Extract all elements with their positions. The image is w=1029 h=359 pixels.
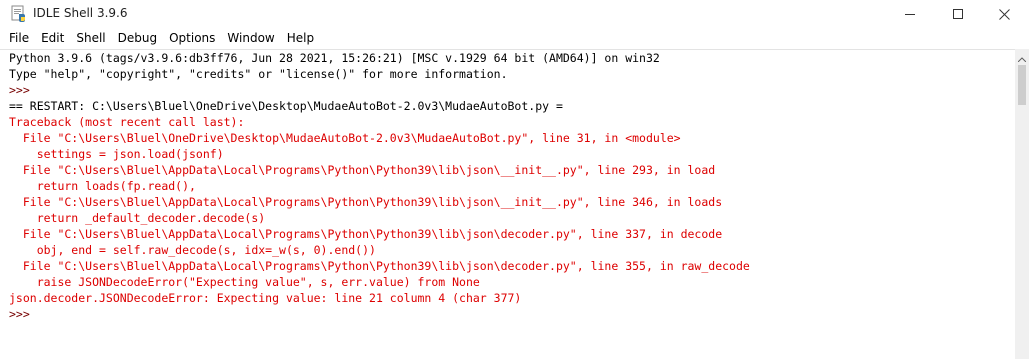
shell-prompt-line: >>> (9, 83, 37, 97)
shell-output-line: Traceback (most recent call last): (9, 115, 245, 129)
shell-output-line: Type "help", "copyright", "credits" or "… (9, 67, 508, 81)
menu-file[interactable]: File (0, 28, 35, 48)
menu-debug[interactable]: Debug (112, 28, 163, 48)
minimize-button[interactable] (887, 0, 933, 28)
vertical-scrollbar[interactable] (1015, 49, 1029, 359)
shell-output-line: return _default_decoder.decode(s) (9, 211, 266, 225)
title-bar[interactable]: IDLE Shell 3.9.6 (0, 0, 1029, 28)
shell-output-line: return loads(fp.read(), (9, 179, 196, 193)
menu-help[interactable]: Help (281, 28, 320, 48)
shell-output-line: settings = json.load(jsonf) (9, 147, 224, 161)
shell-output-line: File "C:\Users\Bluel\AppData\Local\Progr… (9, 195, 723, 209)
close-icon (998, 8, 1010, 20)
menu-options[interactable]: Options (163, 28, 221, 48)
idle-app-icon (10, 5, 28, 23)
shell-output-line: File "C:\Users\Bluel\AppData\Local\Progr… (9, 259, 750, 273)
shell-output-line: json.decoder.JSONDecodeError: Expecting … (9, 291, 522, 305)
shell-prompt-line: >>> (9, 307, 37, 321)
shell-output-line: obj, end = self.raw_decode(s, idx=_w(s, … (9, 243, 376, 257)
window-title: IDLE Shell 3.9.6 (33, 6, 128, 20)
menu-shell[interactable]: Shell (70, 28, 111, 48)
menu-bar: File Edit Shell Debug Options Window Hel… (0, 28, 1029, 48)
close-button[interactable] (981, 0, 1027, 28)
shell-output-line: File "C:\Users\Bluel\AppData\Local\Progr… (9, 227, 723, 241)
scroll-up-arrow-icon (1017, 47, 1027, 66)
shell-output-line: Python 3.9.6 (tags/v3.9.6:db3ff76, Jun 2… (9, 51, 660, 65)
shell-output-line: File "C:\Users\Bluel\AppData\Local\Progr… (9, 163, 716, 177)
minimize-icon (905, 9, 915, 19)
maximize-button[interactable] (935, 0, 981, 28)
idle-shell-window: IDLE Shell 3.9.6 File Edit Shell Debug O… (0, 0, 1029, 359)
menu-edit[interactable]: Edit (35, 28, 70, 48)
scroll-thumb[interactable] (1018, 65, 1026, 105)
shell-output-line: == RESTART: C:\Users\Bluel\OneDrive\Desk… (9, 99, 563, 113)
shell-output-line: raise JSONDecodeError("Expecting value",… (9, 275, 480, 289)
scroll-up-button[interactable] (1015, 49, 1029, 63)
shell-output-line: File "C:\Users\Bluel\OneDrive\Desktop\Mu… (9, 131, 681, 145)
menu-window[interactable]: Window (221, 28, 280, 48)
maximize-icon (953, 9, 963, 19)
shell-text-area[interactable]: Python 3.9.6 (tags/v3.9.6:db3ff76, Jun 2… (0, 49, 1015, 359)
